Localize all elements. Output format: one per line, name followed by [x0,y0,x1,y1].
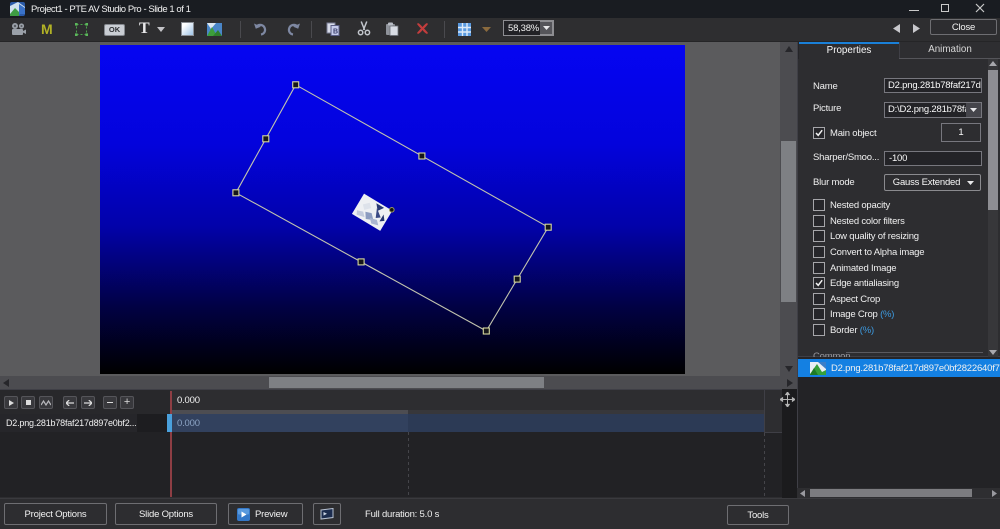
svg-text:B: B [333,29,338,36]
